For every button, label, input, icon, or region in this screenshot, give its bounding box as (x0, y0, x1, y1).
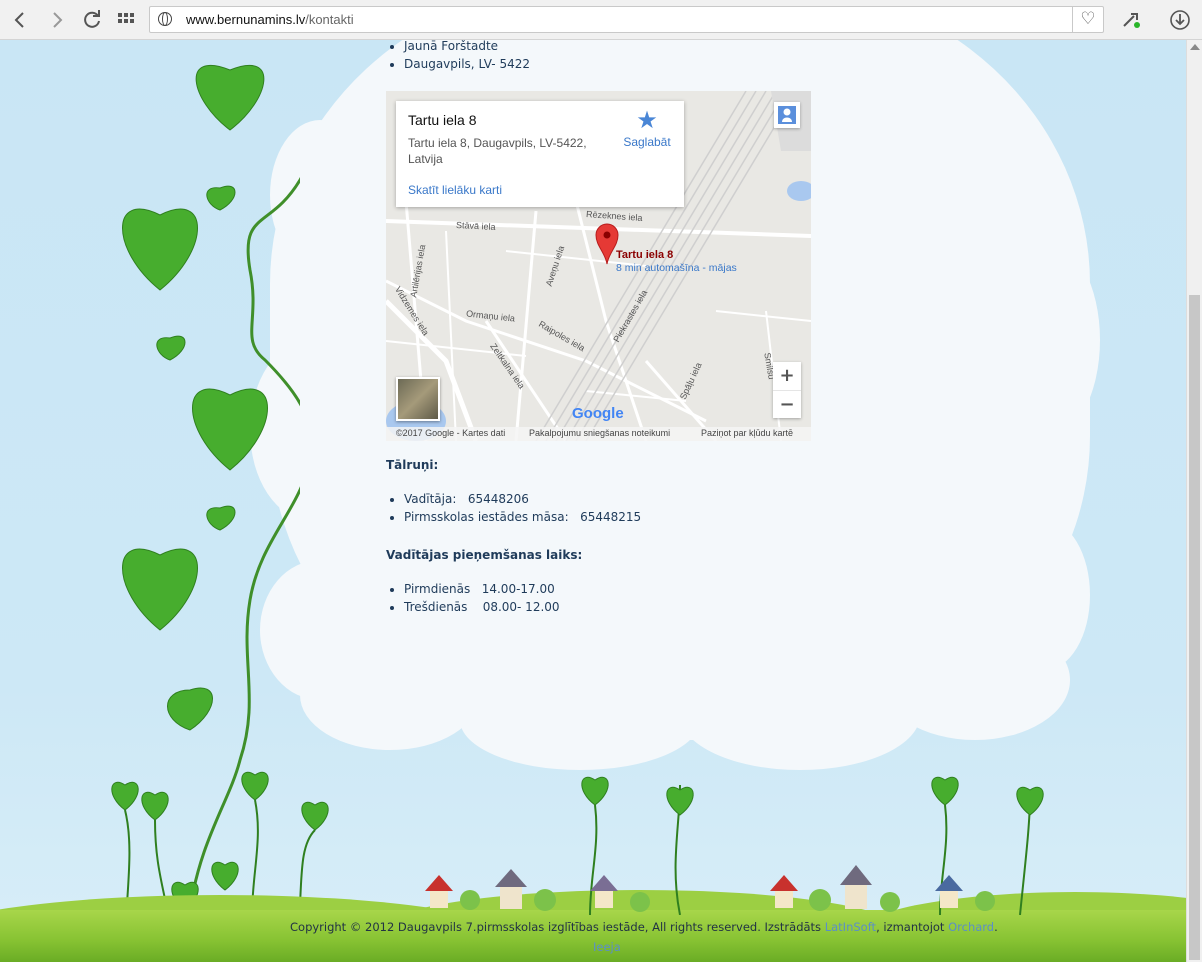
street-view-button[interactable] (774, 102, 800, 128)
address-list: Jaunā Forštadte Daugavpils, LV- 5422 (386, 40, 530, 73)
hours-item: Trešdienās 08.00- 12.00 (404, 598, 816, 616)
zoom-out-button[interactable]: − (773, 391, 801, 418)
hours-day: Trešdienās (404, 600, 468, 614)
hours-list: Pirmdienās 14.00-17.00 Trešdienās 08.00-… (386, 580, 816, 616)
phone-label: Pirmsskolas iestādes māsa: (404, 510, 569, 524)
address-bar[interactable]: www.bernunamins.lv/kontakti ♡ (149, 6, 1104, 33)
globe-icon (158, 12, 172, 26)
footer-period: . (994, 920, 998, 934)
web-page: Jaunā Forštadte Daugavpils, LV- 5422 (0, 40, 1186, 962)
satellite-toggle[interactable] (396, 377, 440, 421)
star-icon: ★ (636, 107, 658, 134)
download-icon[interactable] (1168, 8, 1192, 32)
address-line: Daugavpils, LV- 5422 (404, 55, 530, 73)
phone-item: Vadītāja: 65448206 (404, 490, 816, 508)
map-info-card: Tartu iela 8 Tartu iela 8, Daugavpils, L… (396, 101, 684, 207)
footer-copyright: Copyright © 2012 Daugavpils 7.pirmsskola… (290, 920, 822, 934)
hours-time: 08.00- 12.00 (482, 600, 560, 614)
scroll-thumb[interactable] (1189, 295, 1200, 960)
url-path: /kontakti (305, 12, 354, 27)
speed-dial-icon[interactable] (115, 8, 139, 32)
larger-map-link[interactable]: Skatīt lielāku karti (408, 183, 502, 197)
forward-icon[interactable] (45, 8, 69, 32)
map-attribution: ©2017 Google - Kartes dati (396, 428, 506, 438)
map-report-link[interactable]: Paziņot par kļūdu kartē (701, 428, 793, 438)
heart-icon[interactable]: ♡ (1072, 6, 1103, 33)
map-attribution-bar: ©2017 Google - Kartes dati Pakalpojumu s… (386, 427, 811, 441)
village-decoration (425, 777, 1044, 915)
phones-list: Vadītāja: 65448206 Pirmsskolas iestādes … (386, 490, 816, 526)
developer-link[interactable]: LatInSoft (825, 920, 876, 934)
scroll-up-arrow-icon[interactable] (1190, 44, 1200, 50)
phones-heading: Tālruņi: (386, 458, 439, 472)
hours-section: Vadītājas pieņemšanas laiks: Pirmdienās … (386, 548, 816, 616)
extension-icon[interactable] (1120, 8, 1144, 32)
phone-value: 65448206 (467, 492, 529, 506)
pin-sublabel[interactable]: 8 min automašīna - mājas (616, 262, 737, 274)
save-label: Saglabāt (623, 135, 671, 149)
google-map[interactable]: Rēzeknes iela Stāvā iela Artilērijas iel… (386, 91, 811, 441)
browser-toolbar: www.bernunamins.lv/kontakti ♡ (0, 0, 1202, 40)
login-link[interactable]: Ieeja (593, 940, 621, 954)
back-icon[interactable] (8, 8, 32, 32)
footer-using: , izmantojot (876, 920, 945, 934)
hours-item: Pirmdienās 14.00-17.00 (404, 580, 816, 598)
pin-label: Tartu iela 8 (616, 249, 674, 261)
phone-item: Pirmsskolas iestādes māsa: 65448215 (404, 508, 816, 526)
footer: Copyright © 2012 Daugavpils 7.pirmsskola… (290, 920, 998, 934)
map-terms-link[interactable]: Pakalpojumu sniegšanas noteikumi (529, 428, 670, 438)
zoom-controls: + − (773, 362, 801, 418)
google-logo: Google (572, 405, 624, 422)
grass-ground (0, 910, 1186, 962)
url-text[interactable]: www.bernunamins.lv/kontakti (186, 12, 354, 27)
url-domain: www.bernunamins.lv (186, 12, 306, 27)
hours-time: 14.00-17.00 (481, 582, 555, 596)
phones-section: Tālruņi: Vadītāja: 65448206 Pirmsskolas … (386, 458, 816, 526)
hours-heading: Vadītājas pieņemšanas laiks: (386, 548, 583, 562)
zoom-in-button[interactable]: + (773, 362, 801, 391)
place-address-line1: Tartu iela 8, Daugavpils, LV-5422, (408, 136, 587, 150)
place-title: Tartu iela 8 (408, 112, 477, 128)
phone-label: Vadītāja: (404, 492, 457, 506)
hours-day: Pirmdienās (404, 582, 471, 596)
street-label: Stāvā iela (455, 219, 496, 233)
orchard-link[interactable]: Orchard (948, 920, 994, 934)
place-address-line2: Latvija (408, 152, 443, 166)
page-scrollbar[interactable] (1186, 40, 1202, 962)
pegman-icon (778, 106, 796, 124)
phone-value: 65448215 (580, 510, 642, 524)
save-place-button[interactable]: ★ Saglabāt (622, 107, 672, 149)
reload-icon[interactable] (80, 8, 104, 32)
address-line: Jaunā Forštadte (404, 40, 530, 55)
